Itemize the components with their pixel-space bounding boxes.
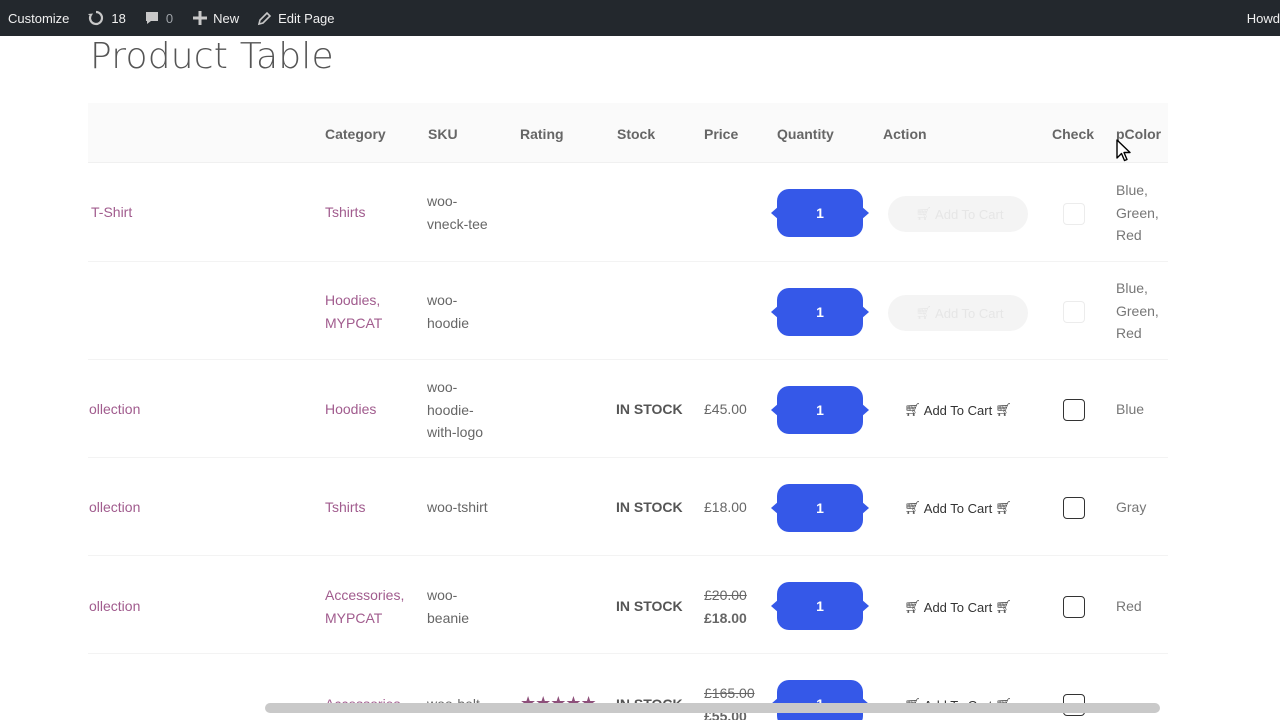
cart-icon: 🛒︎ xyxy=(995,402,1012,417)
comments-count: 0 xyxy=(165,10,174,26)
row-checkbox[interactable] xyxy=(1063,596,1085,618)
product-category[interactable]: Hoodies, MYPCAT xyxy=(325,289,382,334)
chevron-left-icon[interactable] xyxy=(771,206,779,220)
row-checkbox[interactable] xyxy=(1063,399,1085,421)
product-name[interactable]: T-Shirt xyxy=(91,201,132,224)
header-action: Action xyxy=(883,126,927,142)
updates-link[interactable]: 18 xyxy=(77,0,133,36)
edit-page-link[interactable]: Edit Page xyxy=(247,0,342,36)
product-color: Blue xyxy=(1116,401,1145,417)
product-price: £45.00 xyxy=(704,401,747,417)
product-color: Gray xyxy=(1116,499,1147,515)
add-to-cart-button[interactable]: 🛒︎Add To Cart🛒︎ xyxy=(888,589,1028,625)
cart-icon: 🛒︎ xyxy=(915,206,933,221)
chevron-left-icon[interactable] xyxy=(771,403,779,417)
account-menu[interactable]: Howd xyxy=(1239,0,1280,36)
product-color: Blue, Green, Red xyxy=(1116,280,1159,341)
row-checkbox[interactable] xyxy=(1063,203,1085,225)
admin-bar: Customize 18 0 New Edit Page Howd xyxy=(0,0,1280,36)
quantity-stepper[interactable]: 1 xyxy=(771,189,869,237)
cart-icon: 🛒︎ xyxy=(995,599,1012,614)
cart-icon: 🛒︎ xyxy=(904,402,921,417)
header-sku[interactable]: SKU xyxy=(428,126,458,142)
header-stock[interactable]: Stock xyxy=(617,126,655,142)
product-sku: woo-hoodie-with-logo xyxy=(427,379,484,440)
cart-icon: 🛒︎ xyxy=(904,500,921,515)
header-check: Check xyxy=(1052,126,1095,142)
product-name[interactable]: ollection xyxy=(89,595,140,618)
product-category[interactable]: Hoodies xyxy=(325,398,376,421)
sale-price: £18.00 xyxy=(704,609,747,626)
updates-icon xyxy=(87,10,105,26)
cart-icon: 🛒︎ xyxy=(904,599,921,614)
edit-page-label: Edit Page xyxy=(278,10,335,26)
header-quantity[interactable]: Quantity xyxy=(777,126,834,142)
comment-icon xyxy=(144,10,160,26)
mouse-cursor-icon xyxy=(1116,139,1131,162)
product-sku: woo-hoodie xyxy=(427,292,470,331)
product-category[interactable]: Accessories, MYPCAT xyxy=(325,584,404,629)
cart-icon: 🛒︎ xyxy=(995,500,1012,515)
quantity-stepper[interactable]: 1 xyxy=(771,386,869,434)
plus-icon xyxy=(193,11,208,25)
product-sku: woo-tshirt xyxy=(427,499,488,515)
product-sku: woo-beanie xyxy=(427,587,470,626)
pencil-icon xyxy=(257,11,272,26)
product-price: £18.00 xyxy=(704,499,747,515)
stock-status: IN STOCK xyxy=(616,598,683,614)
header-rating[interactable]: Rating xyxy=(520,126,564,142)
howdy-label: Howd xyxy=(1246,10,1280,26)
chevron-left-icon[interactable] xyxy=(771,501,779,515)
quantity-stepper[interactable]: 1 xyxy=(771,484,869,532)
product-price: £20.00 £18.00 xyxy=(704,584,747,629)
customize-label: Customize xyxy=(8,10,70,26)
product-color: Blue, Green, Red xyxy=(1116,182,1159,243)
chevron-right-icon[interactable] xyxy=(861,206,869,220)
customize-link[interactable]: Customize xyxy=(0,0,77,36)
comments-link[interactable]: 0 xyxy=(134,0,181,36)
horizontal-scrollbar[interactable] xyxy=(265,703,1160,713)
chevron-right-icon[interactable] xyxy=(861,599,869,613)
chevron-left-icon[interactable] xyxy=(771,305,779,319)
header-category[interactable]: Category xyxy=(325,126,386,142)
updates-count: 18 xyxy=(111,10,126,26)
header-price[interactable]: Price xyxy=(704,126,738,142)
add-to-cart-button[interactable]: 🛒︎ Add To Cart xyxy=(888,196,1028,232)
stock-status: IN STOCK xyxy=(616,401,683,417)
regular-price: £20.00 xyxy=(704,587,747,603)
quantity-stepper[interactable]: 1 xyxy=(771,288,869,336)
product-name[interactable]: ollection xyxy=(89,398,140,421)
chevron-right-icon[interactable] xyxy=(861,403,869,417)
add-to-cart-button[interactable]: 🛒︎Add To Cart🛒︎ xyxy=(888,392,1028,428)
cart-icon: 🛒︎ xyxy=(915,305,933,320)
product-category[interactable]: Tshirts xyxy=(325,201,365,224)
stock-status: IN STOCK xyxy=(616,499,683,515)
add-to-cart-button[interactable]: 🛒︎Add To Cart🛒︎ xyxy=(888,490,1028,526)
product-name[interactable]: ollection xyxy=(89,496,140,519)
quantity-stepper[interactable]: 1 xyxy=(771,582,869,630)
product-category[interactable]: Tshirts xyxy=(325,496,365,519)
product-price: £165.00 £55.00 xyxy=(704,682,755,720)
row-checkbox[interactable] xyxy=(1063,301,1085,323)
chevron-right-icon[interactable] xyxy=(861,501,869,515)
quantity-stepper[interactable]: 1 xyxy=(771,680,869,720)
new-label: New xyxy=(213,10,240,26)
chevron-left-icon[interactable] xyxy=(771,599,779,613)
product-sku: woo-vneck-tee xyxy=(427,193,488,232)
regular-price: £165.00 xyxy=(704,685,755,701)
chevron-right-icon[interactable] xyxy=(861,305,869,319)
add-to-cart-button[interactable]: 🛒︎ Add To Cart xyxy=(888,295,1028,331)
new-content-link[interactable]: New xyxy=(181,0,247,36)
row-checkbox[interactable] xyxy=(1063,497,1085,519)
product-color: Red xyxy=(1116,598,1142,614)
page-title: Product Table xyxy=(90,36,334,77)
